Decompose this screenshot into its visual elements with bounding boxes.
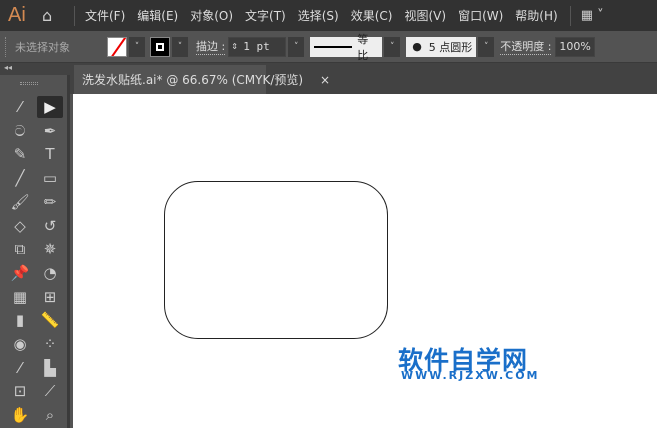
document-tab-bar: 洗发水贴纸.ai* @ 66.67% (CMYK/预览) × <box>0 63 657 94</box>
artboard-tool-icon[interactable]: ⊡ <box>7 380 33 402</box>
stroke-weight-value[interactable]: 1 pt <box>243 40 270 53</box>
profile-label: 等比 <box>357 32 369 62</box>
profile-dropdown[interactable]: ˅ <box>384 36 401 57</box>
menu-file[interactable]: 文件(F) <box>85 7 125 24</box>
selection-tool-icon[interactable]: ▶ <box>37 96 63 118</box>
opacity-label[interactable]: 不透明度 : <box>500 38 552 55</box>
pencil-tool-icon[interactable]: ✏ <box>37 191 63 213</box>
stroke-swatch[interactable] <box>150 36 170 57</box>
eyedropper-tool-icon[interactable]: ⁄ <box>7 357 33 379</box>
menu-type[interactable]: 文字(T) <box>245 7 286 24</box>
slice-tool-icon[interactable]: ⟋ <box>37 380 63 402</box>
watermark-url: WWW.RJZXW.COM <box>401 369 540 382</box>
collapse-panel-button[interactable]: ◂◂ <box>0 63 57 75</box>
stroke-label[interactable]: 描边 : <box>196 38 226 55</box>
artboard-canvas[interactable]: 软件自学网 WWW.RJZXW.COM <box>73 94 657 428</box>
brush-dropdown[interactable]: ˅ <box>478 36 495 57</box>
divider <box>569 5 571 26</box>
panel-grip[interactable] <box>20 82 38 85</box>
menu-help[interactable]: 帮助(H) <box>515 7 557 24</box>
stroke-dropdown[interactable]: ˅ <box>172 36 188 57</box>
rectangle-tool-icon[interactable]: ▭ <box>37 167 63 189</box>
opacity-field[interactable]: 100% <box>555 36 596 57</box>
magic-wand-tool-icon[interactable]: ⁄ <box>7 96 33 118</box>
mesh-tool-icon[interactable]: ⊞ <box>37 286 63 308</box>
gradient-tool-icon[interactable]: ▮ <box>7 309 33 331</box>
workspace-switcher-icon[interactable]: ▦ ˅ <box>581 8 604 23</box>
line-preview <box>314 45 353 48</box>
menu-view[interactable]: 视图(V) <box>404 7 446 24</box>
fill-swatch[interactable] <box>107 36 127 57</box>
app-logo: Ai <box>8 4 26 26</box>
selection-status: 未选择对象 <box>15 40 70 54</box>
close-icon[interactable]: × <box>320 73 330 87</box>
divider <box>74 5 75 26</box>
shape-builder-tool-icon[interactable]: ◔ <box>37 262 63 284</box>
stroke-weight-field[interactable]: ⇕ 1 pt <box>228 36 287 57</box>
menu-window[interactable]: 窗口(W) <box>458 7 503 24</box>
type-tool-icon[interactable]: T <box>37 143 63 165</box>
stroke-weight-dropdown[interactable]: ˅ <box>288 36 305 57</box>
menu-effect[interactable]: 效果(C) <box>351 7 393 24</box>
perspective-grid-tool-icon[interactable]: ▦ <box>7 286 33 308</box>
eraser-tool-icon[interactable]: ◇ <box>7 215 33 237</box>
menu-bar: Ai ⌂ 文件(F) 编辑(E) 对象(O) 文字(T) 选择(S) 效果(C)… <box>0 0 657 31</box>
hand-tool-icon[interactable]: ✋ <box>7 404 33 426</box>
rounded-rectangle-shape[interactable] <box>164 181 388 339</box>
menu-object[interactable]: 对象(O) <box>190 7 233 24</box>
symbol-sprayer-tool-icon[interactable]: ⁘ <box>37 333 63 355</box>
pen-tool-icon[interactable]: ✒ <box>37 120 63 142</box>
brush-label: 5 点圆形 <box>428 40 473 54</box>
puppet-warp-tool-icon[interactable]: ✵ <box>37 238 63 260</box>
rotate-tool-icon[interactable]: ↺ <box>37 215 63 237</box>
lasso-tool-icon[interactable]: ට <box>7 120 33 142</box>
paintbrush-tool-icon[interactable]: 🖌 <box>7 191 33 213</box>
stroke-square-icon <box>156 42 164 51</box>
menu-select[interactable]: 选择(S) <box>298 7 339 24</box>
menu-edit[interactable]: 编辑(E) <box>137 7 178 24</box>
line-segment-tool-icon[interactable]: ╱ <box>7 167 33 189</box>
home-icon[interactable]: ⌂ <box>42 6 64 25</box>
document-tab-title: 洗发水贴纸.ai* @ 66.67% (CMYK/预览) <box>82 73 304 87</box>
column-graph-tool-icon[interactable]: ▙ <box>37 357 63 379</box>
free-transform-tool-icon[interactable]: ⧉ <box>7 238 33 260</box>
ruler-tool-icon[interactable]: 📏 <box>37 309 63 331</box>
fill-dropdown[interactable]: ˅ <box>129 36 145 57</box>
stepper-icon[interactable]: ⇕ <box>231 42 243 51</box>
control-bar: 未选择对象 ˅ ˅ 描边 : ⇕ 1 pt ˅ 等比 ˅ ● 5 点圆形 ˅ 不透… <box>0 31 657 63</box>
curvature-tool-icon[interactable]: ✎ <box>7 143 33 165</box>
grip <box>5 36 9 57</box>
brush-definition[interactable]: ● 5 点圆形 <box>406 36 477 57</box>
variable-width-profile[interactable]: 等比 <box>310 33 383 62</box>
none-slash-icon <box>109 37 126 56</box>
blend-tool-icon[interactable]: ◉ <box>7 333 33 355</box>
pin-tool-icon[interactable]: 📌 <box>7 262 33 284</box>
document-tab[interactable]: 洗发水贴纸.ai* @ 66.67% (CMYK/预览) × <box>74 65 330 94</box>
zoom-tool-icon[interactable]: ⌕ <box>37 404 63 426</box>
